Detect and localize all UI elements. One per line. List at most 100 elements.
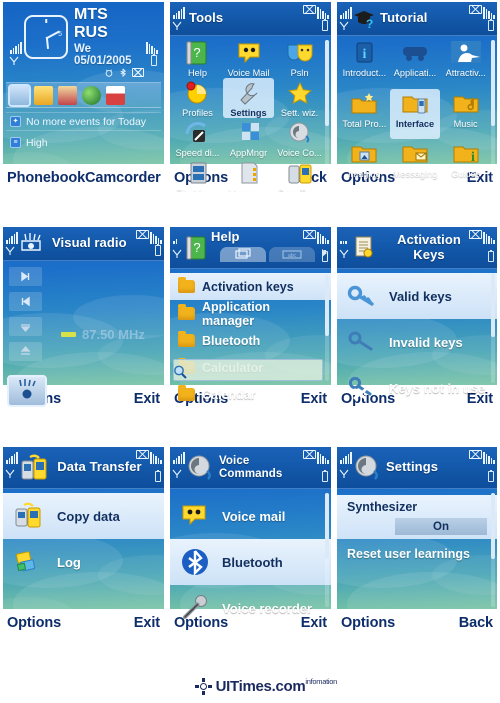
shortcut-media-icon[interactable] (58, 85, 77, 105)
scrollbar[interactable] (491, 273, 495, 383)
envelope-icon (469, 230, 482, 239)
app-voice-mail[interactable]: Voice Mail (223, 38, 274, 78)
svg-text:?: ? (193, 45, 200, 60)
scan-up-button[interactable] (9, 317, 42, 336)
title-bar: Visual radio (3, 227, 164, 261)
softkey-right[interactable]: Camcorder (85, 170, 161, 186)
signal-indicator (3, 447, 18, 488)
list-item[interactable]: Application manager (170, 300, 331, 328)
envelope-icon (469, 450, 482, 459)
shortcut-messaging-icon[interactable] (34, 85, 53, 105)
masks-icon (287, 44, 312, 62)
battery-indicator (303, 447, 331, 488)
tutorial-imaging[interactable]: Imaging (339, 139, 390, 190)
scrollbar[interactable] (325, 275, 329, 381)
softkey-left[interactable]: Phonebook (7, 170, 85, 186)
tab-keyword[interactable]: abc (269, 247, 315, 262)
shortcut-browser-icon[interactable] (82, 85, 101, 105)
list-item[interactable]: Bluetooth (170, 327, 331, 354)
list-item[interactable]: Activation keys (170, 273, 331, 300)
key-icon (347, 285, 374, 306)
settings-screen: Settings Synthesizer On Reset user learn… (337, 447, 497, 637)
frequency-value: 87.50 MHz (82, 327, 145, 342)
list-item[interactable]: Keys not in use (337, 365, 497, 411)
tab-next-arrow-icon[interactable] (322, 249, 327, 257)
setting-value-bar[interactable]: On (395, 518, 487, 535)
tutorial-guides[interactable]: i Guides (440, 139, 491, 190)
app-label: Attractiv... (445, 68, 486, 78)
shortcut-bar[interactable] (6, 82, 161, 109)
search-input[interactable] (173, 359, 323, 381)
page-title: Data Transfer (57, 459, 142, 475)
list-item-label: Activation keys (202, 279, 294, 294)
app-psln[interactable]: Psln (274, 38, 325, 78)
setting-row-reset[interactable]: Reset user learnings (337, 539, 497, 563)
tutorial-messaging[interactable]: Messaging (390, 139, 441, 190)
visual-radio-button[interactable] (7, 375, 47, 407)
list-item[interactable]: Voice mail (170, 493, 331, 539)
list-item-label: Bluetooth (202, 333, 261, 348)
app-speed-dial[interactable]: Speed di... (172, 118, 223, 158)
voice-commands-list: Voice mail Bluetooth Voice recorder (170, 489, 331, 631)
list-item[interactable]: Invalid keys (337, 319, 497, 365)
shortcut-contacts-icon[interactable] (8, 83, 31, 107)
list-item[interactable]: Valid keys (337, 273, 497, 319)
list-item[interactable]: Voice recorder (170, 585, 331, 631)
tutorial-total-pro[interactable]: Total Pro... (339, 89, 390, 140)
scrollbar[interactable] (325, 40, 329, 188)
previous-button[interactable] (9, 292, 42, 311)
scan-down-button[interactable] (9, 342, 42, 361)
scrollbar[interactable] (491, 40, 495, 188)
app-data-transfer[interactable]: Data Tra... (274, 158, 325, 192)
tutorial-interface[interactable]: Interface (389, 88, 441, 140)
list-item[interactable]: Calendar (170, 381, 331, 408)
envelope-icon (136, 450, 149, 459)
softkey-right[interactable]: Back (459, 615, 493, 631)
folder-phone-icon (402, 96, 428, 114)
list-item[interactable]: Copy data (3, 493, 164, 539)
setting-row-synthesizer[interactable]: Synthesizer On (337, 495, 497, 539)
battery-indicator (469, 2, 497, 35)
operator-name: MTS RUS (74, 6, 108, 41)
scrollbar[interactable] (325, 493, 329, 607)
event-row-calendar[interactable]: ✦ No more events for Today (6, 112, 161, 132)
softkey-left[interactable]: Options (341, 615, 395, 631)
tutorial-introduction[interactable]: i Introduct... (339, 38, 390, 89)
app-label: Introduct... (342, 68, 387, 78)
tutorial-applications[interactable]: Applicati... (390, 38, 441, 89)
visual-radio-screen: Visual radio 87.50 MHz Exit (3, 227, 164, 413)
frequency-marker-icon (61, 332, 76, 337)
list-item-label: Valid keys (389, 288, 452, 304)
list-item[interactable]: Log (3, 539, 164, 585)
envelope-icon (303, 230, 316, 239)
tab-topics[interactable] (220, 247, 266, 262)
app-label: Sett. wiz. (280, 108, 319, 118)
voice-mail-icon (238, 43, 259, 64)
folder-info-icon: i (453, 146, 479, 165)
softkey-right[interactable]: Exit (134, 615, 160, 631)
play-pause-button[interactable] (9, 267, 42, 286)
list-item-label: Invalid keys (389, 334, 463, 350)
event-row-profile[interactable]: ≡ High (6, 134, 161, 151)
app-memory[interactable]: Memory... (223, 158, 274, 192)
shortcut-calendar-icon[interactable] (106, 85, 125, 105)
app-profiles[interactable]: Profiles (172, 78, 223, 118)
app-voice-commands[interactable]: Voice Co... (274, 118, 325, 158)
softkey-left[interactable]: Options (7, 615, 61, 631)
app-file-manager[interactable]: File Man... (172, 158, 223, 192)
app-label: Memory... (228, 188, 268, 192)
app-sett-wiz[interactable]: Sett. wiz. (274, 78, 325, 118)
scrollbar[interactable] (491, 493, 495, 607)
folder-note-icon (453, 96, 479, 113)
app-label: Psln (290, 68, 309, 78)
app-label: Data Tra... (278, 188, 321, 192)
softkey-right[interactable]: Exit (134, 391, 160, 407)
app-appmngr[interactable]: AppMngr (223, 118, 274, 158)
app-help[interactable]: ? Help (172, 38, 223, 78)
tutorial-attractive[interactable]: Attractiv... (440, 38, 491, 89)
tutorial-music[interactable]: Music (440, 89, 491, 140)
settings-list: Synthesizer On Reset user learnings (337, 489, 497, 563)
app-settings[interactable]: Settings (223, 78, 274, 118)
watermark-brand-text: UITimes.com (215, 678, 306, 695)
list-item[interactable]: Bluetooth (170, 539, 331, 585)
